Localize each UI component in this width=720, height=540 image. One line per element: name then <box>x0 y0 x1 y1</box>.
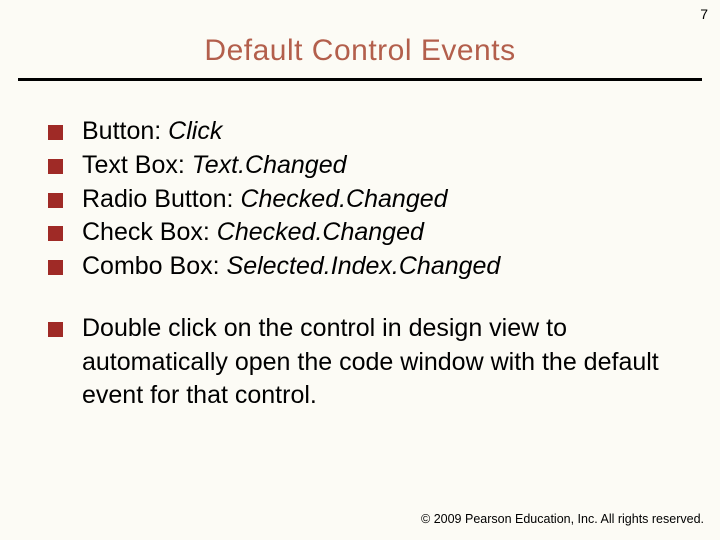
page-number: 7 <box>700 6 708 22</box>
control-label: Button: <box>82 117 168 145</box>
copyright-footer: © 2009 Pearson Education, Inc. All right… <box>421 512 704 526</box>
event-name: Checked.Changed <box>240 185 447 213</box>
control-label: Check Box: <box>82 218 217 246</box>
control-label: Radio Button: <box>82 185 240 213</box>
list-item: Check Box: Checked.Changed <box>40 216 680 250</box>
note-text: Double click on the control in design vi… <box>82 314 659 410</box>
list-item: Text Box: Text.Changed <box>40 149 680 183</box>
list-item: Combo Box: Selected.Index.Changed <box>40 250 680 284</box>
slide-content: Button: Click Text Box: Text.Changed Rad… <box>0 81 720 413</box>
list-item: Button: Click <box>40 115 680 149</box>
note-item: Double click on the control in design vi… <box>40 312 680 413</box>
event-name: Selected.Index.Changed <box>227 252 501 280</box>
event-name: Click <box>168 117 222 145</box>
list-item: Radio Button: Checked.Changed <box>40 183 680 217</box>
control-label: Text Box: <box>82 151 192 179</box>
events-list: Button: Click Text Box: Text.Changed Rad… <box>40 115 680 284</box>
note-list: Double click on the control in design vi… <box>40 312 680 413</box>
event-name: Text.Changed <box>192 151 347 179</box>
event-name: Checked.Changed <box>217 218 424 246</box>
control-label: Combo Box: <box>82 252 227 280</box>
slide: 7 Default Control Events Button: Click T… <box>0 0 720 540</box>
slide-title: Default Control Events <box>0 0 720 68</box>
